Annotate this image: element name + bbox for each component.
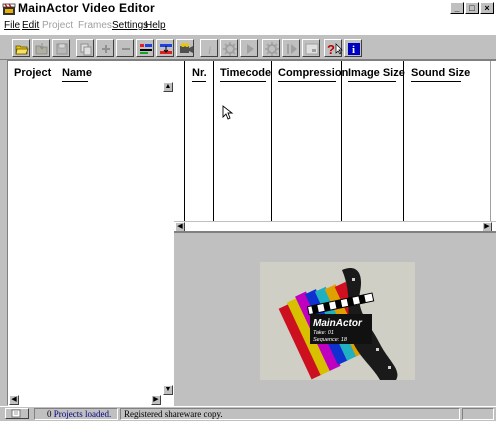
project-panel[interactable]: Project Name ▲ ▼ ◀ ▶ — [7, 60, 174, 406]
project-vertical-scrollbar[interactable]: ▲ ▼ — [163, 81, 174, 397]
header-underline — [348, 81, 396, 82]
projects-count: 0 — [47, 409, 52, 419]
minimize-icon[interactable]: _ — [450, 2, 464, 14]
menu-frames[interactable]: Frames — [78, 20, 112, 31]
info-icon[interactable]: i — [200, 39, 218, 57]
window-title: MainActor Video Editor — [18, 1, 155, 15]
sequence-label: Sequence: 18 — [313, 337, 348, 343]
settings-gear-icon[interactable] — [220, 39, 238, 57]
title-bar[interactable]: MainActor Video Editor _ □ × — [0, 0, 496, 18]
menu-file-label: File — [4, 20, 21, 31]
column-separator — [403, 61, 404, 221]
column-header-project[interactable]: Project — [14, 67, 51, 79]
copy-icon[interactable] — [76, 39, 94, 57]
scroll-up-arrow-icon[interactable]: ▲ — [163, 82, 173, 92]
projects-list-icon — [11, 409, 21, 418]
step-play-icon[interactable] — [282, 39, 300, 57]
status-message: Registered shareware copy. — [120, 408, 460, 420]
header-underline — [411, 81, 461, 82]
about-icon[interactable]: i — [344, 39, 362, 57]
add-icon[interactable] — [96, 39, 114, 57]
menu-help[interactable]: Help — [145, 20, 166, 31]
save-disk-icon[interactable] — [52, 39, 70, 57]
svg-text:i: i — [352, 44, 355, 56]
scroll-down-arrow-icon[interactable]: ▼ — [163, 385, 173, 395]
preview-image[interactable]: MainActor Take: 01 Sequence: 18 — [260, 262, 415, 380]
maximize-icon[interactable]: □ — [465, 2, 479, 14]
header-underline — [62, 81, 88, 82]
status-projects-button[interactable] — [5, 408, 29, 419]
column-separator — [184, 61, 185, 221]
take-label: Take: 01 — [313, 330, 334, 336]
status-extra-cell — [462, 408, 494, 420]
menu-help-label: Help — [145, 20, 166, 31]
column-header-sound-size[interactable]: Sound Size — [411, 67, 470, 79]
toolbar: i ? i — [0, 34, 496, 60]
header-underline — [278, 81, 336, 82]
film-clapper-icon[interactable] — [2, 2, 16, 16]
menu-settings[interactable]: Settings — [112, 20, 148, 31]
logo-text: MainActor — [313, 318, 363, 329]
play-icon[interactable] — [240, 39, 258, 57]
status-projects-loaded: 0 Projects loaded. — [34, 408, 118, 420]
column-header-nr[interactable]: Nr. — [192, 67, 207, 79]
close-icon[interactable]: × — [480, 2, 494, 14]
header-underline — [220, 81, 266, 82]
column-separator — [341, 61, 342, 221]
sequence-vertical-scrollbar[interactable] — [490, 61, 496, 221]
remove-icon[interactable] — [116, 39, 134, 57]
open-folder-icon[interactable] — [12, 39, 30, 57]
menu-file[interactable]: File — [4, 20, 20, 31]
preview-icon[interactable] — [302, 39, 320, 57]
svg-text:?: ? — [327, 42, 335, 57]
camera-icon[interactable] — [176, 39, 194, 57]
column-separator — [271, 61, 272, 221]
menu-edit[interactable]: Edit — [22, 20, 39, 31]
scroll-left-arrow-icon[interactable]: ◀ — [9, 395, 19, 405]
save-folder-icon[interactable] — [32, 39, 50, 57]
menu-settings-label: Settings — [112, 20, 149, 31]
header-underline — [192, 81, 206, 82]
properties-icon[interactable] — [136, 39, 154, 57]
scroll-right-arrow-icon[interactable]: ▶ — [151, 395, 161, 405]
column-separator — [213, 61, 214, 221]
svg-text:i: i — [208, 43, 211, 57]
mouse-cursor-icon — [222, 105, 234, 121]
help-pointer-icon[interactable]: ? — [324, 39, 343, 57]
status-bar: 0 Projects loaded. Registered shareware … — [0, 406, 496, 420]
cut-icon[interactable] — [156, 39, 174, 57]
column-header-timecode[interactable]: Timecode — [220, 67, 271, 79]
render-gear-icon[interactable] — [262, 39, 280, 57]
column-header-name[interactable]: Name — [62, 67, 92, 79]
menu-edit-label: Edit — [22, 20, 40, 31]
column-header-image-size[interactable]: Image Size — [348, 67, 405, 79]
menu-bar: File Edit Project Frames Settings Help — [0, 18, 496, 34]
project-horizontal-scrollbar[interactable]: ◀ ▶ — [8, 395, 174, 406]
menu-project[interactable]: Project — [42, 20, 73, 31]
mainactor-logo-image: MainActor Take: 01 Sequence: 18 — [278, 268, 398, 380]
projects-loaded-label: Projects loaded. — [53, 409, 112, 419]
column-header-compression[interactable]: Compression — [278, 67, 348, 79]
sequence-table[interactable]: Nr. Timecode Compression Image Size Soun… — [174, 60, 496, 232]
